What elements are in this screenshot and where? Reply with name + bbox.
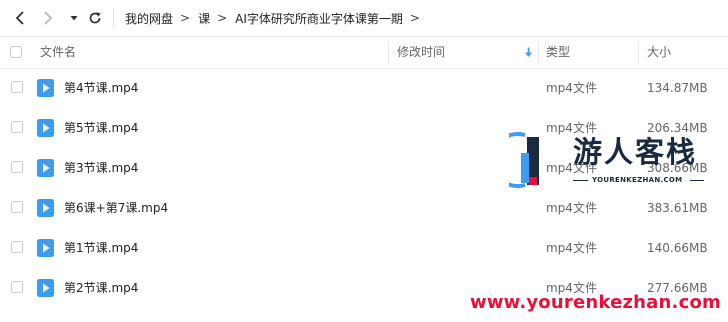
file-size: 134.87MB <box>647 81 708 95</box>
breadcrumb-separator: > <box>180 11 191 25</box>
column-divider[interactable] <box>538 42 539 64</box>
row-checkbox[interactable] <box>11 161 23 173</box>
select-all-checkbox[interactable] <box>10 46 22 58</box>
chevron-right-icon <box>44 11 53 25</box>
file-name[interactable]: 第2节课.mp4 <box>64 268 138 308</box>
file-size: 140.66MB <box>647 241 708 255</box>
caret-down-icon <box>70 16 78 21</box>
file-list-header: 文件名 修改时间 类型 大小 <box>0 37 728 68</box>
file-type: mp4文件 <box>546 81 597 95</box>
column-header-name[interactable]: 文件名 <box>40 37 76 68</box>
refresh-button[interactable] <box>84 7 106 29</box>
video-play-file-icon <box>37 279 54 297</box>
column-divider[interactable] <box>388 42 389 64</box>
history-dropdown-button[interactable] <box>63 7 85 29</box>
forward-button[interactable] <box>37 7 59 29</box>
file-name[interactable]: 第5节课.mp4 <box>64 108 138 148</box>
watermark-rule <box>690 180 704 181</box>
video-play-file-icon <box>37 79 54 97</box>
file-size: 383.61MB <box>647 201 708 215</box>
column-header-modified[interactable]: 修改时间 <box>397 37 445 68</box>
refresh-icon <box>89 12 101 24</box>
video-play-file-icon <box>37 239 54 257</box>
breadcrumb-separator: > <box>409 11 420 25</box>
row-checkbox[interactable] <box>11 281 23 293</box>
row-checkbox[interactable] <box>11 81 23 93</box>
toolbar-divider <box>113 8 114 28</box>
breadcrumb-item-current[interactable]: AI字体研究所商业字体课第一期 <box>235 10 403 27</box>
file-name[interactable]: 第1节课.mp4 <box>64 228 138 268</box>
video-play-file-icon <box>37 199 54 217</box>
toolbar: 我的网盘 > 课 > AI字体研究所商业字体课第一期 > <box>0 0 728 36</box>
file-name[interactable]: 第6课+第7课.mp4 <box>64 188 168 228</box>
watermark-subtitle: YOURENKEZHAN.COM <box>592 176 683 184</box>
watermark-title: 游人客栈 <box>573 135 698 169</box>
file-name[interactable]: 第3节课.mp4 <box>64 148 138 188</box>
sort-down-arrow-icon[interactable] <box>524 47 533 58</box>
file-row[interactable]: 第6课+第7课.mp4 mp4文件 383.61MB <box>0 188 728 228</box>
column-header-type[interactable]: 类型 <box>546 37 570 68</box>
video-play-file-icon <box>37 159 54 177</box>
breadcrumb-item-folder[interactable]: 课 <box>198 10 210 27</box>
file-row[interactable]: 第1节课.mp4 mp4文件 140.66MB <box>0 228 728 268</box>
file-row[interactable]: 第4节课.mp4 mp4文件 134.87MB <box>0 68 728 108</box>
breadcrumb-item-root[interactable]: 我的网盘 <box>125 10 173 27</box>
breadcrumb-separator: > <box>217 11 228 25</box>
breadcrumb: 我的网盘 > 课 > AI字体研究所商业字体课第一期 > <box>125 0 428 36</box>
row-checkbox[interactable] <box>11 241 23 253</box>
watermark-rule <box>573 180 588 181</box>
chevron-left-icon <box>15 11 24 25</box>
column-divider[interactable] <box>638 42 639 64</box>
row-checkbox[interactable] <box>11 121 23 133</box>
back-button[interactable] <box>9 7 31 29</box>
column-header-size[interactable]: 大小 <box>647 37 671 68</box>
file-type: mp4文件 <box>546 241 597 255</box>
file-type: mp4文件 <box>546 201 597 215</box>
file-name[interactable]: 第4节课.mp4 <box>64 68 138 108</box>
row-checkbox[interactable] <box>11 201 23 213</box>
video-play-file-icon <box>37 119 54 137</box>
watermark-url: www.yourenkezhan.com <box>470 292 721 313</box>
